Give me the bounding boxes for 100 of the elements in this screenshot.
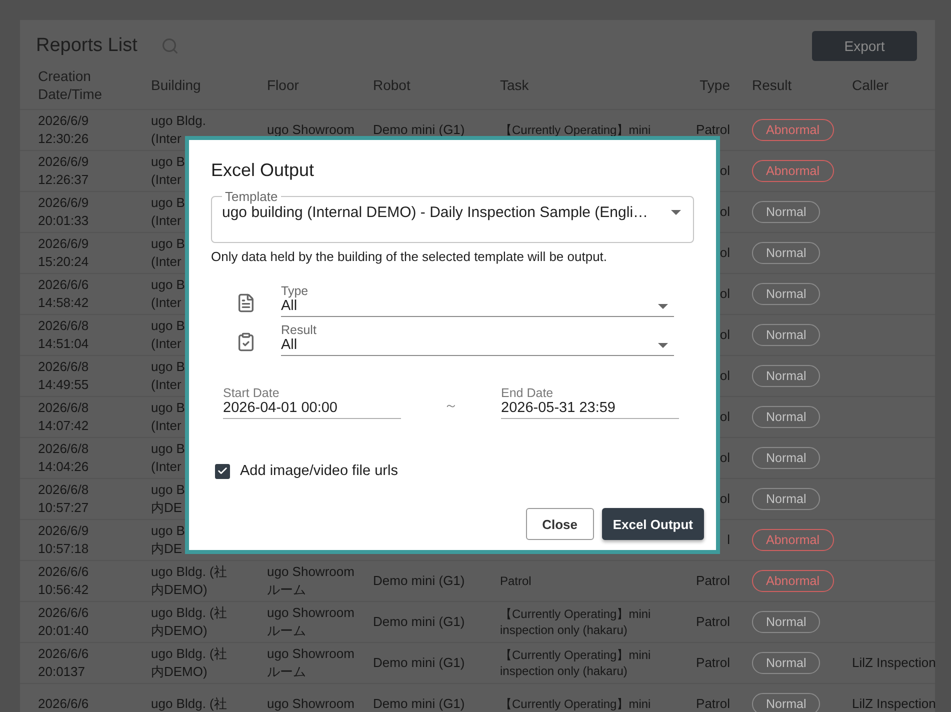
dropdown-caret-icon	[658, 342, 668, 348]
date-cell: 2026/6/8 14:07:42	[38, 399, 89, 435]
date-cell: 2026/6/9 20:01:33	[38, 194, 89, 230]
caller-cell: LilZ Inspection	[852, 654, 936, 672]
date-cell: 2026/6/6	[38, 695, 89, 712]
task-cell: Patrol	[500, 572, 532, 590]
export-button[interactable]: Export	[812, 31, 917, 61]
date-cell: 2026/6/6 10:56:42	[38, 563, 89, 599]
field-value: 2026-05-31 23:59	[501, 400, 616, 416]
date-cell: 2026/6/6 14:58:42	[38, 276, 89, 312]
building-cell-text: ugo Bldg. (社内DEMO)	[151, 604, 228, 640]
robot-cell: Demo mini (G1)	[373, 572, 465, 590]
select-value: All	[281, 337, 298, 353]
result-badge: Abnormal	[752, 160, 834, 182]
select-value: ugo building (Internal DEMO) - Daily Inspection Sample (Engli…	[222, 204, 650, 221]
filter-select[interactable]: Type All	[281, 284, 674, 317]
type-cell-text: ol	[720, 449, 731, 467]
checkbox-label: Add image/video file urls	[240, 463, 398, 479]
result-badge: Normal	[752, 324, 820, 346]
date-cell: 2026/6/8 14:51:04	[38, 317, 89, 353]
building-cell-text: ugo B内DE	[151, 522, 186, 558]
date-cell: 2026/6/8 14:49:55	[38, 358, 89, 394]
result-badge: Normal	[752, 406, 820, 428]
type-cell-text: ol	[720, 203, 731, 221]
template-select[interactable]: Template ugo building (Internal DEMO) - Daily Inspection Sample (Engli…	[211, 189, 694, 243]
field-value: 2026-04-01 00:00	[223, 400, 338, 416]
date-cell: 2026/6/9 15:20:24	[38, 235, 89, 271]
building-cell: ugo B (Inter	[151, 440, 185, 476]
floor-cell-text: ugo Showroomルーム	[267, 645, 356, 681]
column-header: Type	[700, 76, 731, 94]
dropdown-caret-icon	[658, 304, 668, 308]
building-cell: ugo B (Inter	[151, 399, 185, 435]
type-cell-text: ol	[720, 490, 731, 508]
result-badge: Normal	[752, 488, 820, 510]
result-badge: Normal	[752, 693, 820, 712]
select-value: All	[281, 298, 298, 314]
field-label: Template	[224, 189, 279, 204]
type-cell-text: ol	[720, 408, 731, 426]
end-date-field[interactable]: End Date 2026-05-31 23:59	[501, 386, 679, 419]
robot-cell: Demo mini (G1)	[373, 613, 465, 631]
task-cell: 【Currently Operating】mini	[500, 122, 651, 138]
document-icon	[236, 293, 256, 313]
dialog-title: Excel Output	[211, 160, 316, 181]
clipboard-check-icon	[236, 332, 256, 352]
range-separator: ～	[443, 397, 459, 415]
checkbox[interactable]	[215, 464, 230, 478]
floor-cell-text: ugo Showroomルーム	[267, 563, 356, 599]
date-cell: 2026/6/6 20:0137	[38, 645, 89, 681]
type-cell-text: ol	[720, 244, 731, 262]
building-cell: ugo B (Inter	[151, 358, 185, 394]
filter-select[interactable]: Result All	[281, 323, 674, 356]
type-cell-text: l	[727, 531, 731, 549]
caller-cell: LilZ Inspection	[852, 695, 936, 712]
type-cell-text: Patrol	[696, 613, 731, 631]
floor-cell-text: ugo Showroomルーム	[267, 604, 356, 640]
task-cell: 【Currently Operating】mini inspection only (hakaru)	[500, 646, 651, 680]
building-cell: ugo B (Inter	[151, 194, 185, 230]
start-date-field[interactable]: Start Date 2026-04-01 00:00	[223, 386, 401, 419]
floor-cell-text: ugo Showroom	[267, 121, 356, 139]
excel-output-button[interactable]: Excel Output	[602, 508, 704, 540]
type-cell-text: Patrol	[696, 654, 731, 672]
column-header: Robot	[373, 76, 410, 94]
help-text: Only data held by the building of the selected template will be output.	[211, 249, 608, 264]
date-cell: 2026/6/6 20:01:40	[38, 604, 89, 640]
type-cell-text: Patrol	[696, 572, 731, 590]
building-cell: ugo B (Inter	[151, 153, 185, 189]
building-cell: ugo B (Inter	[151, 317, 185, 353]
column-header: Result	[752, 76, 792, 94]
result-badge: Normal	[752, 365, 820, 387]
building-cell-text: ugo Bldg. (社内DEMO)	[151, 563, 228, 599]
column-header: Caller	[852, 76, 889, 94]
building-cell-text: ugo Bldg. (社	[151, 695, 228, 712]
type-cell-text: Patrol	[696, 121, 731, 139]
field-label: Start Date	[223, 386, 280, 400]
check-icon	[217, 465, 228, 477]
date-cell: 2026/6/8 14:04:26	[38, 440, 89, 476]
result-badge: Normal	[752, 201, 820, 223]
type-cell-text: ol	[720, 367, 731, 385]
result-badge: Abnormal	[752, 570, 834, 592]
robot-cell: Demo mini (G1)	[373, 121, 465, 139]
close-button[interactable]: Close	[526, 508, 594, 540]
result-badge: Normal	[752, 611, 820, 633]
field-label: Type	[281, 284, 308, 298]
building-cell: ugo B (Inter	[151, 276, 185, 312]
building-cell: ugo B (Inter	[151, 235, 185, 271]
column-header: Floor	[267, 76, 299, 94]
robot-cell: Demo mini (G1)	[373, 695, 465, 712]
result-badge: Normal	[752, 447, 820, 469]
date-cell: 2026/6/8 10:57:27	[38, 481, 89, 517]
floor-cell-text: ugo Showroom	[267, 695, 356, 712]
type-cell-text: ol	[720, 285, 731, 303]
type-cell-text: ol	[720, 162, 731, 180]
result-badge: Normal	[752, 242, 820, 264]
result-badge: Abnormal	[752, 529, 834, 551]
date-cell: 2026/6/9 10:57:18	[38, 522, 89, 558]
column-header: Building	[151, 76, 201, 94]
building-cell-text: ugo B内DE	[151, 481, 186, 517]
type-cell-text: ol	[720, 326, 731, 344]
date-cell: 2026/6/9 12:26:37	[38, 153, 89, 189]
robot-cell: Demo mini (G1)	[373, 654, 465, 672]
